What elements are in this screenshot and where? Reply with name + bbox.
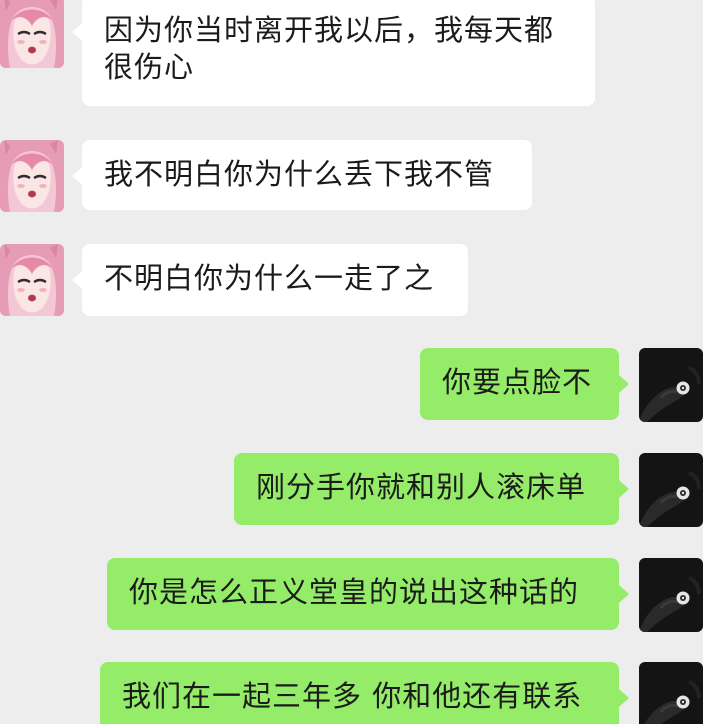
message-text: 不明白你为什么一走了之 bbox=[104, 261, 435, 295]
sent-message-bubble[interactable]: 刚分手你就和别人滚床单 bbox=[234, 453, 629, 525]
message-text: 我不明白你为什么丢下我不管 bbox=[104, 157, 495, 191]
sent-message-bubble[interactable]: 你要点脸不 bbox=[420, 348, 629, 420]
contact-avatar[interactable] bbox=[0, 0, 64, 68]
own-avatar[interactable] bbox=[639, 662, 703, 724]
own-avatar[interactable] bbox=[639, 558, 703, 632]
chat-conversation: 因为你当时离开我以后，我每天都很伤心 我不明白你为什么丢下我不管 不明白你为什么… bbox=[0, 0, 703, 724]
message-text: 你要点脸不 bbox=[442, 365, 593, 399]
received-message-bubble[interactable]: 我不明白你为什么丢下我不管 bbox=[72, 140, 532, 210]
received-message-bubble[interactable]: 不明白你为什么一走了之 bbox=[72, 244, 468, 316]
message-text: 你是怎么正义堂皇的说出这种话的 bbox=[129, 575, 580, 609]
contact-avatar[interactable] bbox=[0, 140, 64, 212]
message-text: 因为你当时离开我以后，我每天都很伤心 bbox=[104, 13, 555, 84]
sent-message-bubble[interactable]: 你是怎么正义堂皇的说出这种话的 bbox=[107, 558, 629, 630]
message-text: 刚分手你就和别人滚床单 bbox=[256, 470, 587, 504]
sent-message-bubble[interactable]: 我们在一起三年多 你和他还有联系 bbox=[100, 662, 629, 724]
own-avatar[interactable] bbox=[639, 453, 703, 527]
received-message-bubble[interactable]: 因为你当时离开我以后，我每天都很伤心 bbox=[72, 0, 595, 106]
own-avatar[interactable] bbox=[639, 348, 703, 422]
message-text: 我们在一起三年多 你和他还有联系 bbox=[122, 679, 583, 713]
contact-avatar[interactable] bbox=[0, 244, 64, 316]
